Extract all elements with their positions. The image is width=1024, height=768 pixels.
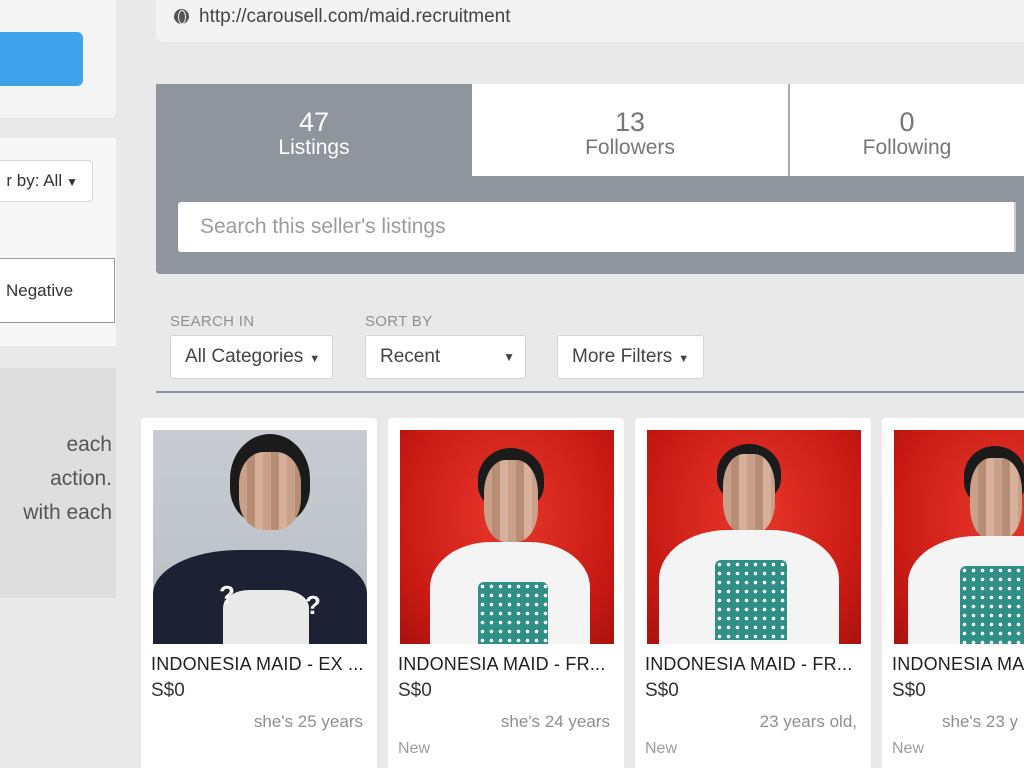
info-line: action.	[50, 467, 112, 490]
info-line: with each	[23, 501, 112, 524]
sort-by-label: SORT BY	[365, 313, 433, 330]
listing-title: INDONESIA MAID - EX ...	[151, 654, 364, 674]
listing-description: she's 24 years	[500, 712, 610, 731]
url-text[interactable]: http://carousell.com/maid.recruitment	[199, 6, 511, 28]
listing-price: S$0	[892, 680, 926, 701]
caret-down-icon: ▼	[678, 353, 690, 365]
negative-reviews-tab[interactable]: Negative	[0, 258, 115, 323]
listing-price: S$0	[645, 680, 679, 701]
seller-search-input[interactable]	[178, 202, 1016, 252]
review-filter-label: r by: All	[6, 171, 63, 190]
sort-value: Recent	[380, 346, 441, 367]
info-line: each	[66, 433, 112, 456]
more-filters-button[interactable]: More Filters ▼	[557, 335, 704, 379]
listing-title: INDONESIA MAID - FR...	[398, 654, 606, 674]
review-filter-dropdown[interactable]: r by: All ▼	[0, 160, 93, 202]
listing-card[interactable]: INDONESIA MA S$0 she's 23 y New	[882, 418, 1024, 768]
listing-description: 23 years old,	[759, 712, 857, 731]
listing-title: INDONESIA MAID - FR...	[645, 654, 853, 674]
followers-count: 13	[614, 107, 646, 137]
more-filters-label: More Filters	[572, 346, 673, 367]
tab-following[interactable]: 0 Following	[790, 84, 1024, 176]
listing-card[interactable]: ? ? INDONESIA MAID - EX ... S$0 she's 25…	[141, 418, 377, 768]
listing-condition: New	[398, 740, 431, 757]
listing-photo: ? ?	[153, 430, 367, 644]
search-in-label: SEARCH IN	[170, 313, 255, 330]
listing-description: she's 23 y	[942, 712, 1019, 731]
category-dropdown[interactable]: All Categories ▼	[170, 335, 333, 379]
following-count: 0	[899, 107, 915, 137]
filters-divider	[156, 391, 1024, 393]
listing-photo	[894, 430, 1024, 644]
primary-action-button[interactable]	[0, 32, 83, 86]
listing-card[interactable]: INDONESIA MAID - FR... S$0 she's 24 year…	[388, 418, 624, 768]
listing-photo	[647, 430, 861, 644]
following-label: Following	[862, 136, 952, 159]
globe-icon	[174, 9, 189, 24]
listing-title: INDONESIA MA	[892, 654, 1024, 674]
category-value: All Categories	[185, 346, 304, 367]
listing-price: S$0	[398, 680, 432, 701]
tab-followers[interactable]: 13 Followers	[472, 84, 788, 176]
listing-card[interactable]: INDONESIA MAID - FR... S$0 23 years old,…	[635, 418, 871, 768]
negative-tab-label: Negative	[6, 281, 74, 300]
caret-down-icon: ▼	[503, 350, 515, 364]
caret-down-icon: ▼	[309, 353, 321, 365]
listing-description: she's 25 years	[253, 712, 363, 731]
sort-select[interactable]: Recent ▼	[365, 335, 526, 379]
listings-count: 47	[298, 107, 330, 137]
listing-photo	[400, 430, 614, 644]
followers-label: Followers	[585, 136, 675, 159]
listing-price: S$0	[151, 680, 185, 701]
info-text: each action. with each	[0, 428, 112, 530]
caret-down-icon: ▼	[66, 175, 78, 189]
seller-profile-page: r by: All ▼ Negative each action. with ea…	[0, 0, 1024, 768]
listing-condition: New	[645, 740, 678, 757]
search-button-edge[interactable]	[1014, 202, 1016, 252]
listings-label: Listings	[278, 136, 350, 159]
tab-listings[interactable]: 47 Listings	[156, 84, 472, 176]
listing-condition: New	[892, 740, 925, 757]
